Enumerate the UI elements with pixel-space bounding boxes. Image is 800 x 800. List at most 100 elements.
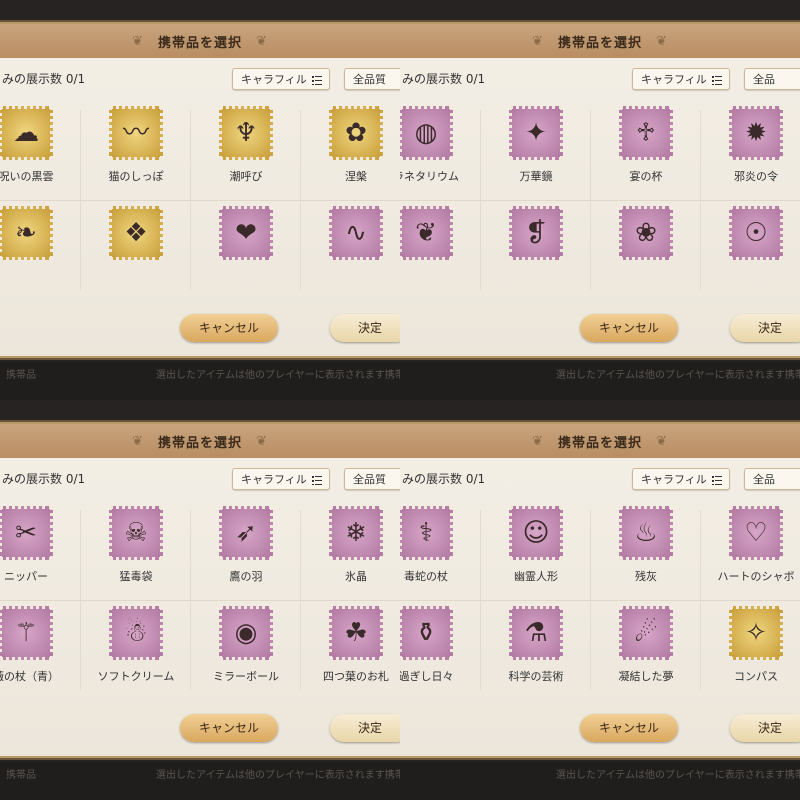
confirm-button[interactable]: 決定 — [730, 314, 800, 342]
item-stamp-frame: ◍ — [400, 106, 453, 160]
background-footer: 携帯品 選出したアイテムは他のプレイヤーに表示されます携帯品 — [0, 362, 400, 400]
column-divider — [700, 510, 701, 690]
item-name: 万華鏡 — [519, 170, 553, 183]
column-divider — [80, 110, 81, 290]
banquet-goblet-icon: ♱ — [636, 118, 656, 148]
footer-note: 選出したアイテムは他のプレイヤーに表示されます携帯品 — [156, 370, 400, 381]
item-slot[interactable]: ☁ 呪いの黒雲 — [0, 102, 80, 198]
item-name: 凝結した夢 — [618, 670, 674, 683]
wheat-ornament-icon: ❦ — [132, 433, 144, 449]
item-slot[interactable]: ⚗ 科学の芸術 — [482, 602, 590, 698]
item-slot[interactable]: 〰 猫のしっぽ — [82, 102, 190, 198]
filter-label: キャラフィル — [641, 73, 707, 86]
cancel-button[interactable]: キャンセル — [580, 314, 678, 342]
item-grid: ✂ ニッパー ☠ 猛毒袋 ➶ 鷹の羽 ❄ 氷晶 ⚚ の杖（青） ☃ ソフトクリー… — [0, 502, 400, 698]
poison-bag-icon: ☠ — [124, 518, 148, 548]
item-slot[interactable]: ❦ — [400, 202, 480, 298]
item-slot[interactable]: ☉ — [702, 202, 800, 298]
toolbar: みの展示数 0/1 キャラフィル 全品 — [400, 462, 800, 494]
column-divider — [480, 110, 481, 290]
planetarium-ring-icon: ◍ — [414, 118, 438, 148]
item-stamp-frame: ❄ — [329, 506, 383, 560]
item-slot[interactable]: ☺ 幽霊人形 — [482, 502, 590, 598]
fox-charm-icon: ❦ — [415, 218, 437, 248]
quality-filter-button[interactable]: 全品質 — [344, 468, 400, 490]
item-stamp-frame: ❖ — [109, 206, 163, 260]
item-slot[interactable]: ❤ — [192, 202, 300, 298]
item-grid: ⚕ 毒蛇の杖 ☺ 幽霊人形 ♨ 残灰 ♡ ハートのシャボ ⚱ 過ぎし日々 ⚗ 科… — [400, 502, 800, 698]
character-filter-button[interactable]: キャラフィル — [232, 68, 330, 90]
item-stamp-frame: ✧ — [729, 606, 783, 660]
cancel-button[interactable]: キャンセル — [180, 714, 278, 742]
item-slot[interactable]: ➶ 鷹の羽 — [192, 502, 300, 598]
item-slot[interactable]: ◍ ラネタリウム — [400, 102, 480, 198]
item-slot[interactable]: ❀ — [592, 202, 700, 298]
item-slot[interactable]: ♡ ハートのシャボ — [702, 502, 800, 598]
item-slot[interactable]: ⚱ 過ぎし日々 — [400, 602, 480, 698]
quality-label: 全品 — [753, 73, 775, 86]
item-slot[interactable]: ☄ 凝結した夢 — [592, 602, 700, 698]
dialog-title: 携帯品を選択 — [557, 35, 642, 51]
item-name: 科学の芸術 — [508, 670, 564, 683]
item-slot[interactable]: ⚚ 薇の杖（青） — [0, 602, 80, 698]
dialog-header: ❦ 携帯品を選択 ❦ — [400, 424, 800, 458]
dialog-header: ❦ 携帯品を選択 ❦ — [400, 24, 800, 58]
item-slot[interactable]: ❡ — [482, 202, 590, 298]
character-filter-button[interactable]: キャラフィル — [632, 468, 730, 490]
item-select-dialog: ❦ 携帯品を選択 ❦ みの展示数 0/1 キャラフィル 全品質 — [0, 22, 400, 358]
item-slot[interactable]: ◉ ミラーボール — [192, 602, 300, 698]
confirm-button[interactable]: 決定 — [330, 714, 400, 742]
item-name: 猫のしっぽ — [108, 170, 164, 183]
display-count: みの展示数 0/1 — [2, 72, 86, 86]
item-slot[interactable]: ❖ — [82, 202, 190, 298]
evil-flame-icon: ✹ — [745, 118, 767, 148]
item-slot[interactable]: ✧ コンパス — [702, 602, 800, 698]
dark-feather-icon: ❧ — [15, 218, 37, 248]
confirm-button[interactable]: 決定 — [730, 714, 800, 742]
item-slot[interactable]: ✦ 万華鏡 — [482, 102, 590, 198]
item-stamp-frame: ♱ — [619, 106, 673, 160]
item-slot[interactable]: ✹ 邪炎の令 — [702, 102, 800, 198]
item-stamp-frame: ☉ — [729, 206, 783, 260]
filter-label: キャラフィル — [241, 73, 307, 86]
row-divider — [0, 600, 400, 601]
item-name: 呪いの黒雲 — [0, 170, 54, 183]
item-slot[interactable]: ☘ 四つ葉のお札 — [302, 602, 400, 698]
character-filter-button[interactable]: キャラフィル — [232, 468, 330, 490]
cat-tail-icon: 〰 — [122, 118, 149, 148]
item-slot[interactable]: ❧ — [0, 202, 80, 298]
character-filter-button[interactable]: キャラフィル — [632, 68, 730, 90]
toolbar: みの展示数 0/1 キャラフィル 全品 — [400, 62, 800, 94]
cancel-button[interactable]: キャンセル — [580, 714, 678, 742]
dialog-header: ❦ 携帯品を選択 ❦ — [0, 424, 400, 458]
wheat-ornament-icon: ❦ — [656, 33, 668, 49]
item-slot[interactable]: ♨ 残灰 — [592, 502, 700, 598]
quality-filter-button[interactable]: 全品 — [744, 68, 800, 90]
item-slot[interactable]: ☠ 猛毒袋 — [82, 502, 190, 598]
screen-panel-4: ❦ 携帯品を選択 ❦ みの展示数 0/1 キャラフィル 全品 ⚕ 毒蛇の杖 ☺ … — [400, 400, 800, 800]
item-slot[interactable]: ⚕ 毒蛇の杖 — [400, 502, 480, 598]
item-slot[interactable]: ✂ ニッパー — [0, 502, 80, 598]
item-name: コンパス — [734, 670, 778, 683]
item-stamp-frame: ❧ — [0, 206, 53, 260]
toolbar: みの展示数 0/1 キャラフィル 全品質 — [0, 62, 400, 94]
cancel-button[interactable]: キャンセル — [180, 314, 278, 342]
item-stamp-frame: 〰 — [109, 106, 163, 160]
item-slot[interactable]: ☃ ソフトクリーム — [82, 602, 190, 698]
list-icon — [311, 475, 322, 485]
item-slot[interactable]: ♱ 宴の杯 — [592, 102, 700, 198]
item-stamp-frame: ✹ — [729, 106, 783, 160]
item-name: ニッパー — [4, 570, 48, 583]
item-slot[interactable]: ♆ 潮呼び — [192, 102, 300, 198]
confirm-button[interactable]: 決定 — [330, 314, 400, 342]
item-slot[interactable]: ❄ 氷晶 — [302, 502, 400, 598]
quality-filter-button[interactable]: 全品質 — [344, 68, 400, 90]
item-stamp-frame: ➶ — [219, 506, 273, 560]
item-stamp-frame: ☺ — [509, 506, 563, 560]
item-slot[interactable]: ✿ 涅槃 — [302, 102, 400, 198]
item-slot[interactable]: ∿ — [302, 202, 400, 298]
quality-filter-button[interactable]: 全品 — [744, 468, 800, 490]
item-stamp-frame: ✂ — [0, 506, 53, 560]
mirror-ball-icon: ◉ — [234, 618, 258, 648]
background-footer: 携帯品 選出したアイテムは他のプレイヤーに表示されます携帯品 — [0, 762, 400, 800]
